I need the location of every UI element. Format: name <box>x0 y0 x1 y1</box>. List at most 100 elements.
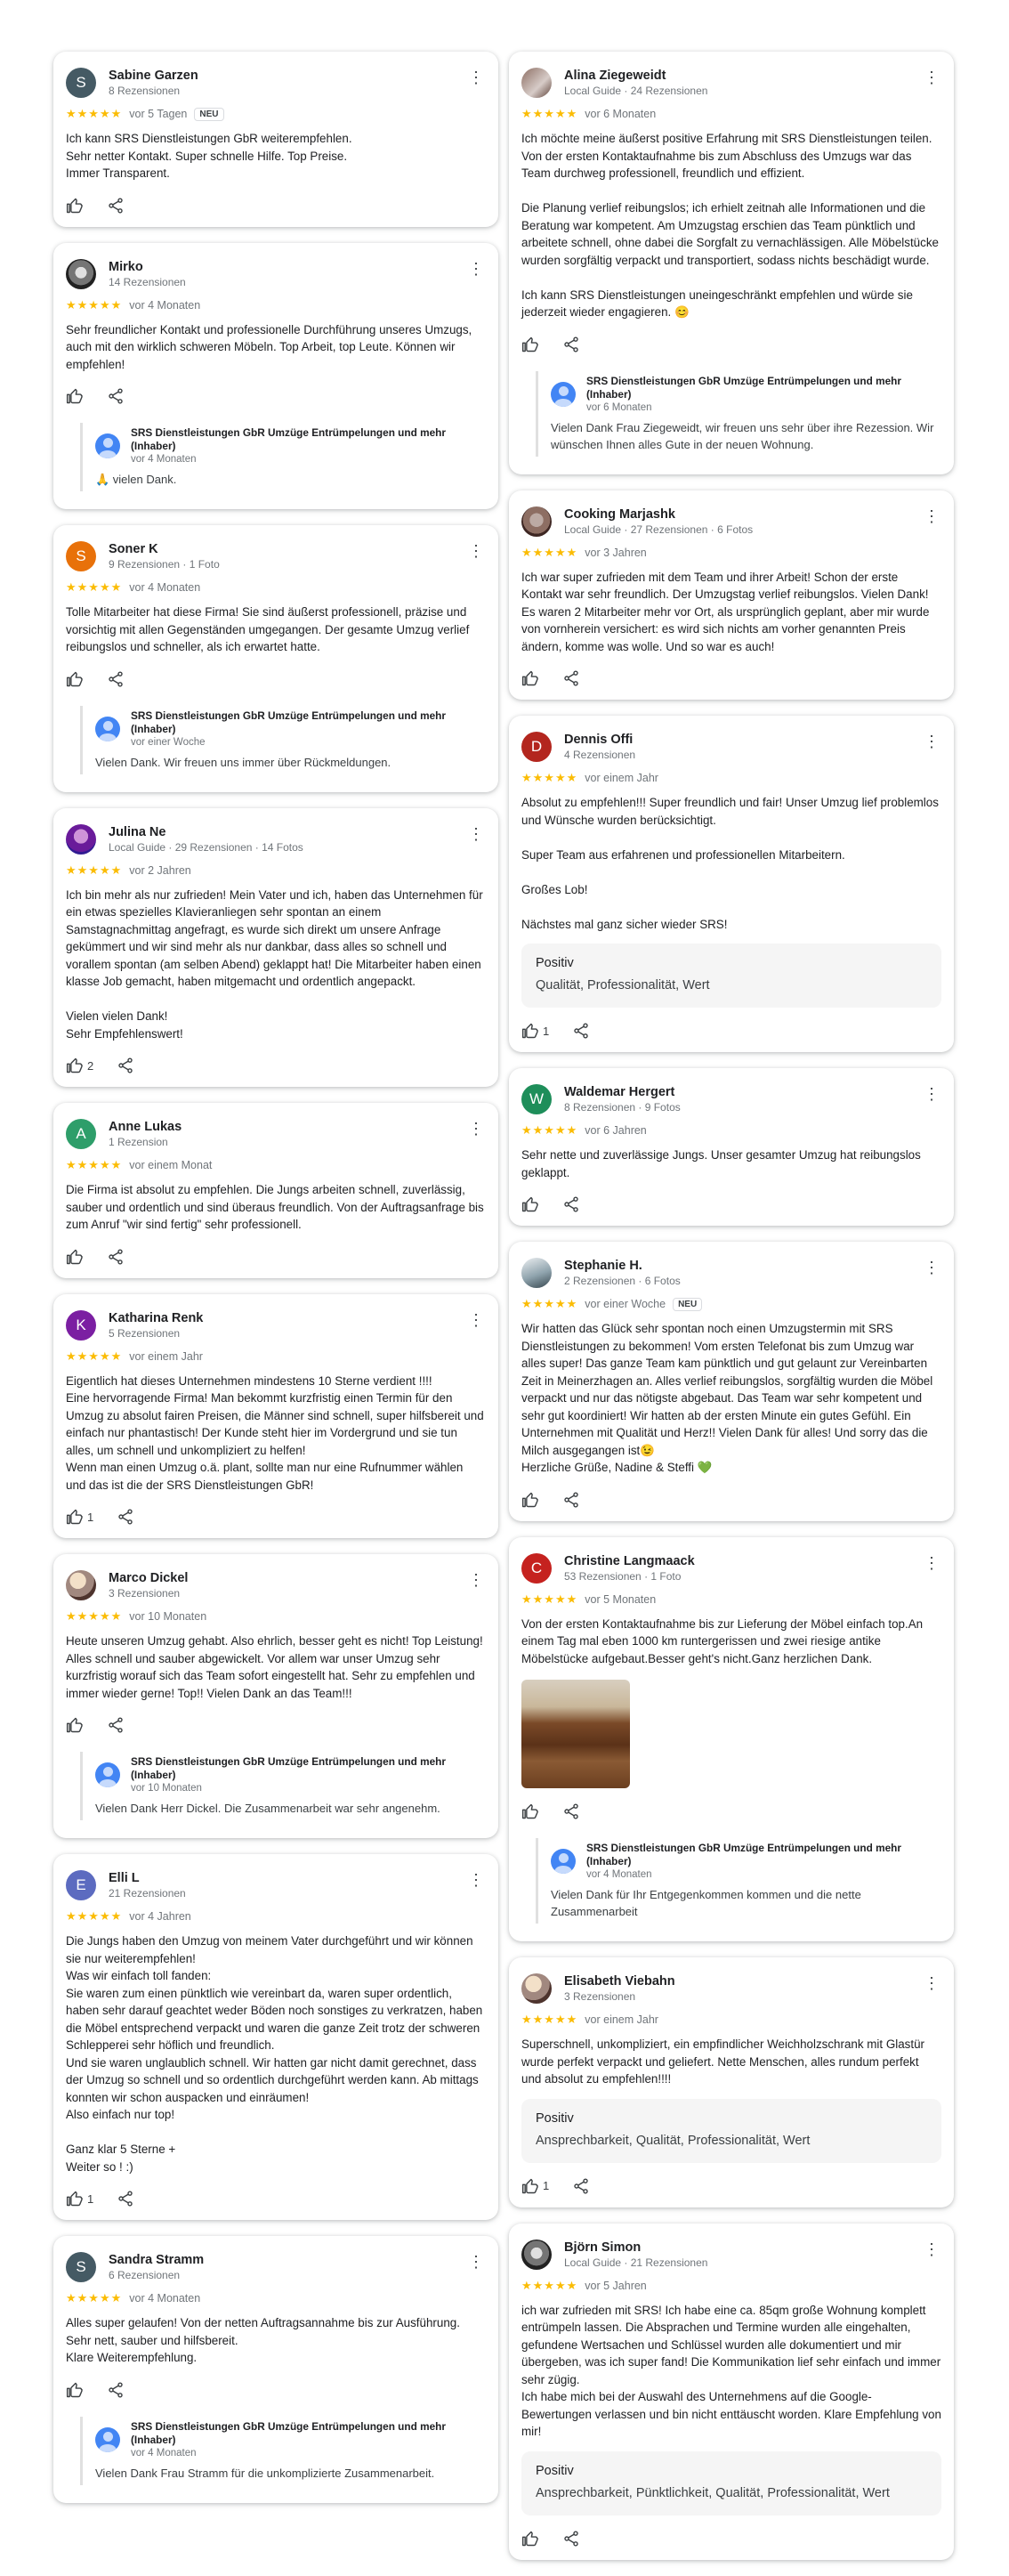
share-button[interactable] <box>562 336 580 353</box>
avatar[interactable] <box>66 258 96 289</box>
reviewer-name[interactable]: Waldemar Hergert <box>564 1084 941 1100</box>
reviewer-name[interactable]: Julina Ne <box>109 824 486 840</box>
share-button[interactable] <box>117 1057 134 1074</box>
like-button[interactable] <box>521 1802 539 1820</box>
like-button[interactable] <box>521 1491 539 1509</box>
share-button[interactable] <box>562 1195 580 1213</box>
avatar[interactable] <box>521 68 552 98</box>
more-options-icon[interactable]: ⋮ <box>924 2241 940 2257</box>
share-button[interactable] <box>117 1508 134 1526</box>
avatar[interactable] <box>521 506 552 537</box>
share-button[interactable] <box>107 670 125 688</box>
like-button[interactable] <box>66 1248 84 1266</box>
more-options-icon[interactable]: ⋮ <box>924 1260 940 1276</box>
like-button[interactable]: 1 <box>521 2177 549 2195</box>
share-button[interactable] <box>572 2177 590 2195</box>
like-button[interactable] <box>66 670 84 688</box>
like-button[interactable] <box>521 2530 539 2548</box>
share-button[interactable] <box>562 1802 580 1820</box>
avatar[interactable] <box>66 1570 96 1600</box>
share-button[interactable] <box>117 2190 134 2207</box>
like-button[interactable]: 1 <box>66 1508 93 1526</box>
reviewer-stats: 14 Rezensionen <box>109 275 186 288</box>
reviewer-name[interactable]: Dennis Offi <box>564 732 941 748</box>
reviewer-name[interactable]: Elli L <box>109 1870 486 1886</box>
like-button[interactable] <box>66 1716 84 1734</box>
reviewer-name[interactable]: Mirko <box>109 259 486 275</box>
share-icon <box>564 336 578 352</box>
avatar[interactable]: W <box>521 1084 552 1114</box>
share-icon <box>564 1196 578 1212</box>
like-button[interactable] <box>66 2381 84 2399</box>
share-button[interactable] <box>107 387 125 405</box>
more-options-icon[interactable]: ⋮ <box>924 733 940 749</box>
like-button[interactable] <box>66 197 84 215</box>
more-options-icon[interactable]: ⋮ <box>924 1086 940 1102</box>
reviewer-name[interactable]: Sabine Garzen <box>109 68 486 84</box>
more-options-icon[interactable]: ⋮ <box>924 1555 940 1571</box>
share-icon <box>564 1803 578 1819</box>
like-button[interactable] <box>66 387 84 405</box>
more-options-icon[interactable]: ⋮ <box>468 543 484 559</box>
more-options-icon[interactable]: ⋮ <box>924 69 940 85</box>
review-time: vor einem Jahr <box>585 772 658 784</box>
avatar[interactable]: E <box>66 1870 96 1900</box>
like-button[interactable]: 1 <box>521 1022 549 1040</box>
more-options-icon[interactable]: ⋮ <box>468 1121 484 1137</box>
reviewer-name[interactable]: Anne Lukas <box>109 1119 486 1135</box>
avatar[interactable] <box>521 1258 552 1288</box>
share-button[interactable] <box>107 1716 125 1734</box>
avatar[interactable]: S <box>66 68 96 98</box>
avatar[interactable]: C <box>521 1552 552 1584</box>
avatar[interactable]: A <box>66 1119 96 1149</box>
avatar[interactable] <box>521 2239 552 2270</box>
rating-row: ★★★★★ vor einer Woche NEU <box>521 1297 941 1311</box>
reviewer-name[interactable]: Björn Simon <box>564 2240 941 2256</box>
more-options-icon[interactable]: ⋮ <box>468 2254 484 2270</box>
share-button[interactable] <box>107 197 125 215</box>
avatar[interactable]: K <box>66 1309 96 1341</box>
avatar[interactable]: D <box>521 732 552 762</box>
reviewer-name[interactable]: Cooking Marjashk <box>564 506 941 522</box>
star-rating: ★★★★★ <box>66 1609 123 1623</box>
reviewer-name[interactable]: Soner K <box>109 541 486 557</box>
avatar[interactable] <box>66 823 96 855</box>
review-text: Eigentlich hat dieses Unternehmen mindes… <box>66 1373 484 1492</box>
review-card: S Sabine Garzen 8 Rezensionen ⋮ ★★★★★ vo… <box>53 52 498 227</box>
like-button[interactable] <box>521 336 539 353</box>
like-button[interactable]: 1 <box>66 2190 93 2207</box>
avatar[interactable] <box>521 1973 552 2004</box>
share-button[interactable] <box>562 2530 580 2548</box>
share-button[interactable] <box>562 669 580 687</box>
more-options-icon[interactable]: ⋮ <box>468 1312 484 1328</box>
star-rating: ★★★★★ <box>521 107 578 120</box>
share-button[interactable] <box>107 1248 125 1266</box>
rating-row: ★★★★★ vor 4 Jahren <box>66 1909 486 1924</box>
share-button[interactable] <box>107 2381 125 2399</box>
like-button[interactable] <box>521 669 539 687</box>
like-button[interactable]: 2 <box>66 1057 93 1074</box>
more-options-icon[interactable]: ⋮ <box>924 508 940 524</box>
avatar[interactable]: S <box>66 2252 96 2282</box>
share-button[interactable] <box>562 1491 580 1509</box>
reviewer-name[interactable]: Sandra Stramm <box>109 2252 486 2268</box>
share-button[interactable] <box>572 1022 590 1040</box>
review-actions <box>66 2379 486 2401</box>
more-options-icon[interactable]: ⋮ <box>468 826 484 842</box>
reviewer-name[interactable]: Elisabeth Viebahn <box>564 1973 941 1989</box>
avatar[interactable]: S <box>66 541 96 571</box>
reviewer-name[interactable]: Marco Dickel <box>109 1570 486 1586</box>
more-options-icon[interactable]: ⋮ <box>468 261 484 277</box>
review-photo[interactable] <box>521 1680 630 1788</box>
reviewer-name[interactable]: Stephanie H. <box>564 1258 941 1274</box>
more-options-icon[interactable]: ⋮ <box>468 1572 484 1588</box>
reviewer-name[interactable]: Katharina Renk <box>109 1310 486 1326</box>
more-options-icon[interactable]: ⋮ <box>468 69 484 85</box>
reviewer-name[interactable]: Christine Langmaack <box>564 1553 941 1569</box>
reviewer-name[interactable]: Alina Ziegeweidt <box>564 68 941 84</box>
reviewer-stats: 6 Rezensionen <box>109 2269 181 2281</box>
more-options-icon[interactable]: ⋮ <box>924 1975 940 1991</box>
like-button[interactable] <box>521 1195 539 1213</box>
thumbs-up-icon <box>66 671 83 686</box>
more-options-icon[interactable]: ⋮ <box>468 1872 484 1888</box>
